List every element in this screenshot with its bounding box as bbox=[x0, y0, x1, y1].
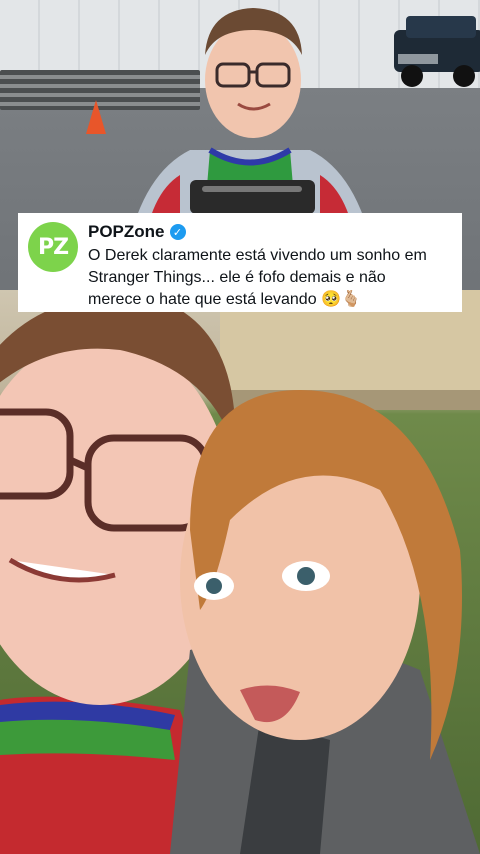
traffic-cone bbox=[86, 100, 106, 134]
pickup-truck bbox=[394, 16, 480, 87]
avatar-initials: PZ bbox=[37, 234, 69, 260]
tweet-card[interactable]: PZ POPZone ✓ O Derek claramente está viv… bbox=[18, 213, 462, 312]
check-badge-icon: ✓ bbox=[169, 224, 186, 240]
author-row: POPZone ✓ bbox=[88, 221, 450, 243]
selfie-illustration bbox=[0, 290, 480, 854]
selfie-photo bbox=[0, 290, 480, 854]
author-name[interactable]: POPZone bbox=[88, 222, 165, 242]
author-avatar[interactable]: PZ bbox=[28, 222, 78, 272]
tweet-text: O Derek claramente está vivendo um sonho… bbox=[88, 247, 427, 308]
